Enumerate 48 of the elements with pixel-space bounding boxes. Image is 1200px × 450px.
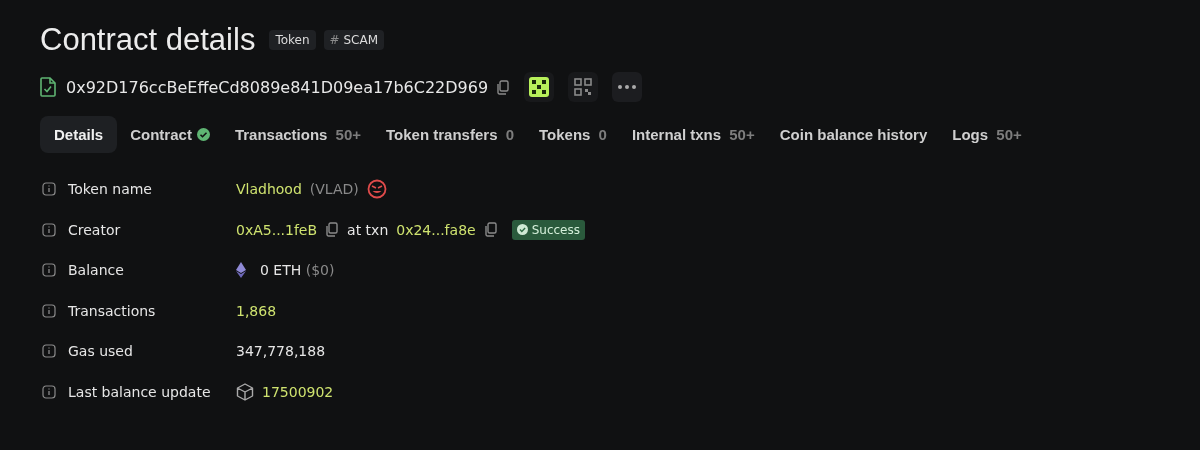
qr-code-button[interactable] xyxy=(568,72,599,102)
connector-text: at txn xyxy=(347,221,389,238)
tab[interactable]: Logs 50+ xyxy=(940,116,1034,153)
field-label: Balance xyxy=(68,262,124,279)
field-label: Token name xyxy=(68,181,152,198)
ethereum-icon xyxy=(236,262,246,279)
cube-icon xyxy=(236,382,254,401)
identicon-icon xyxy=(529,77,550,97)
field-label: Last balance update xyxy=(68,383,211,400)
tab[interactable]: Transactions 50+ xyxy=(222,116,374,153)
tab[interactable]: Internal txns 50+ xyxy=(619,116,767,153)
tag: # SCAM xyxy=(323,30,384,50)
field-value: 347,778,188 xyxy=(236,343,326,360)
check-circle-icon xyxy=(516,224,528,236)
contract-address: 0x92D176ccBeEffeCd8089e841D09ea17b6C22D969 xyxy=(66,77,489,97)
copy-icon[interactable] xyxy=(483,222,498,238)
creator-address-link[interactable]: 0xA5...1feB xyxy=(236,221,318,238)
more-button[interactable] xyxy=(612,72,643,102)
token-name-link[interactable]: Vladhood xyxy=(236,181,302,198)
status-badge: Success xyxy=(511,219,585,240)
transaction-link[interactable]: 0x24...fa8e xyxy=(396,221,476,238)
more-icon xyxy=(618,85,637,89)
copy-icon[interactable] xyxy=(496,79,511,95)
copy-icon[interactable] xyxy=(325,222,340,238)
info-icon xyxy=(42,182,56,197)
info-icon xyxy=(42,384,56,399)
page-title: Contract details xyxy=(40,22,256,58)
tab[interactable]: Token transfers 0 xyxy=(374,116,526,153)
tab[interactable]: Contract xyxy=(118,116,222,153)
balance-amount: 0 ETH ($0) xyxy=(260,262,335,279)
identicon-button[interactable] xyxy=(524,72,555,102)
devil-face-icon xyxy=(366,179,387,200)
tag: Token xyxy=(269,30,316,50)
info-icon xyxy=(42,222,56,237)
block-number-link[interactable]: 17500902 xyxy=(262,383,334,400)
info-icon xyxy=(42,303,56,318)
info-icon xyxy=(42,263,56,278)
qr-code-icon xyxy=(574,78,593,96)
tab[interactable]: Coin balance history xyxy=(767,116,940,153)
field-label: Transactions xyxy=(68,302,156,319)
file-check-icon xyxy=(40,77,56,97)
field-label: Creator xyxy=(68,221,121,238)
field-label: Gas used xyxy=(68,343,133,360)
tab[interactable]: Details xyxy=(40,116,118,153)
tab[interactable]: Tokens 0 xyxy=(527,116,619,153)
token-symbol: (VLAD) xyxy=(309,181,359,198)
transactions-count-link[interactable]: 1,868 xyxy=(236,302,277,319)
info-icon xyxy=(42,344,56,359)
